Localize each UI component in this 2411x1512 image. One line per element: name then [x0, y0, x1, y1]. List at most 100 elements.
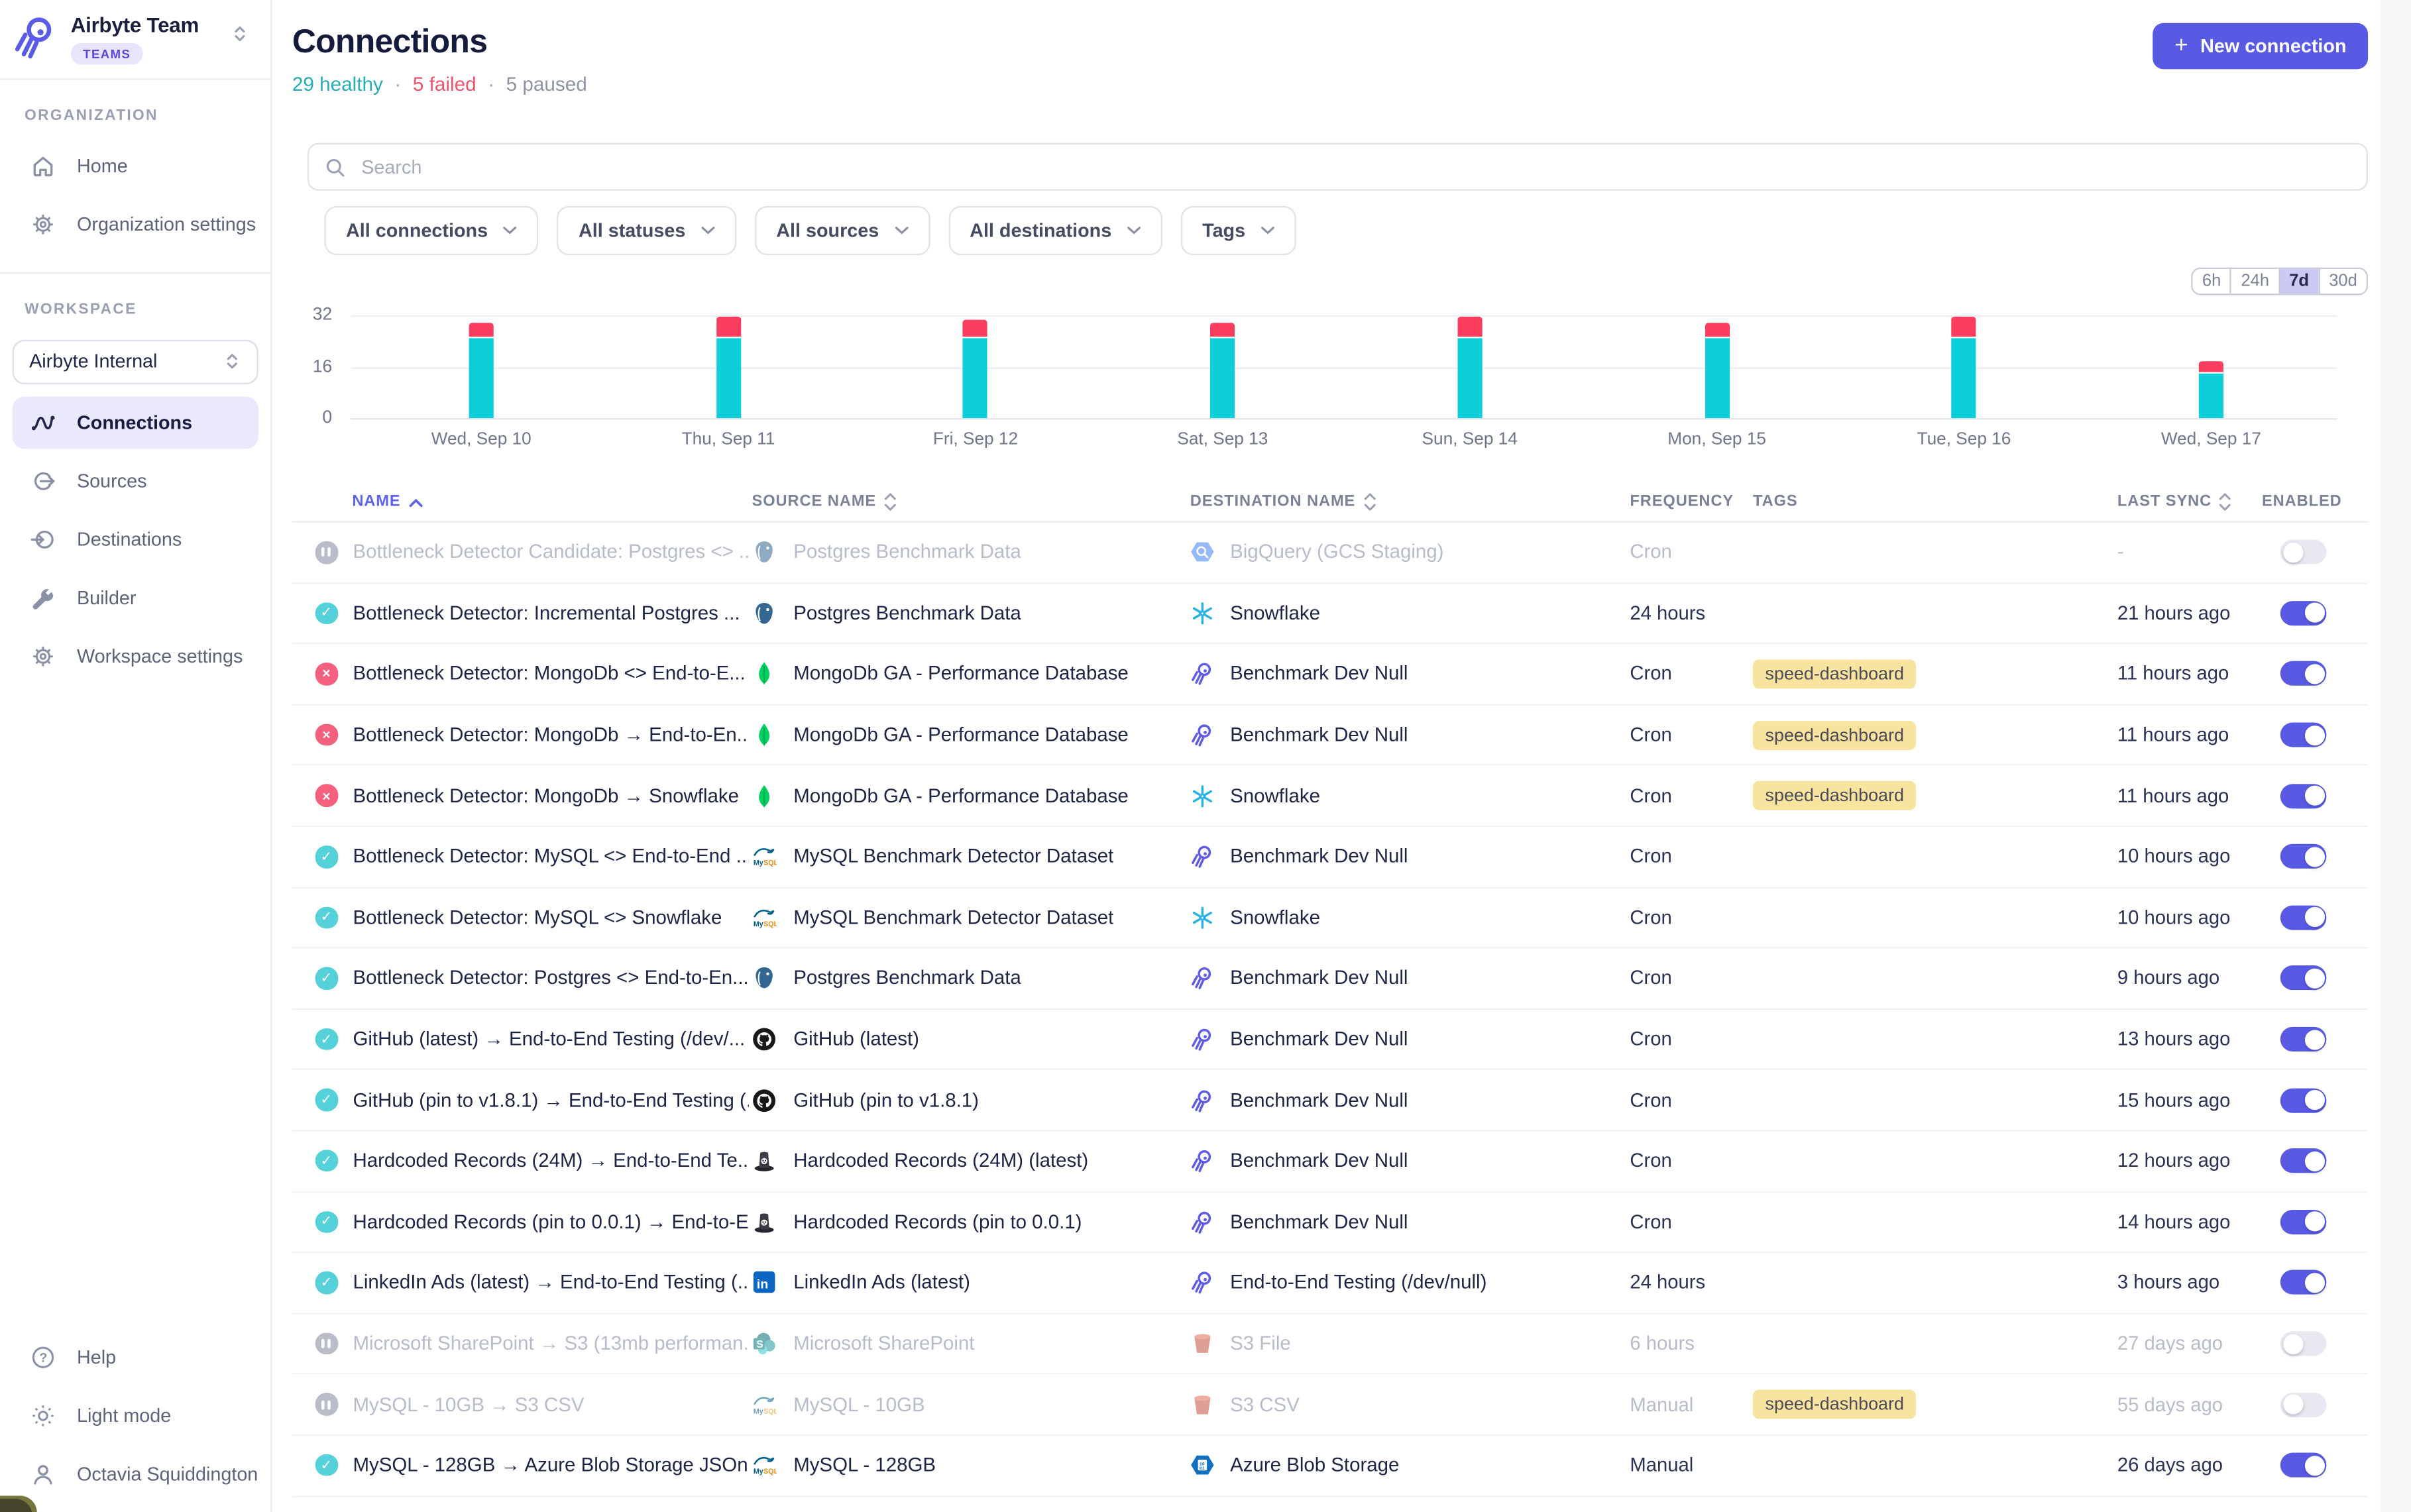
time-range-option-30d[interactable]: 30d	[2318, 269, 2367, 294]
org-switcher[interactable]: Airbyte Team TEAMS	[0, 0, 270, 78]
column-header-label: ENABLED	[2262, 494, 2342, 511]
destination-cell: Benchmark Dev Null	[1190, 966, 1630, 991]
bar-group[interactable]	[469, 323, 494, 418]
destination-cell: Benchmark Dev Null	[1190, 1027, 1630, 1052]
workspace-selector[interactable]: Airbyte Internal	[13, 339, 258, 384]
frequency-cell: 6 hours	[1630, 1333, 1753, 1354]
connections-icon	[30, 409, 55, 434]
sidebar-item-label: Light mode	[77, 1405, 171, 1426]
bar-group[interactable]	[1952, 317, 1976, 418]
connection-row[interactable]: ×Bottleneck Detector: MongoDb <> End-to-…	[292, 645, 2368, 706]
connection-name: Bottleneck Detector: MongoDb → End-to-En…	[353, 724, 748, 745]
bar-group[interactable]	[716, 317, 741, 418]
x-axis-label: Wed, Sep 17	[2161, 431, 2261, 449]
enabled-toggle[interactable]	[2280, 723, 2327, 747]
failed-bar	[716, 317, 741, 336]
connection-row[interactable]: ✓GitHub (pin to v1.8.1) → End-to-End Tes…	[292, 1071, 2368, 1132]
devnull-icon	[1190, 662, 1215, 686]
enabled-toggle[interactable]	[2280, 844, 2327, 869]
enabled-toggle[interactable]	[2280, 1392, 2327, 1417]
connection-row[interactable]: ✓GitHub (latest) → End-to-End Testing (/…	[292, 1010, 2368, 1071]
organization-nav: Home Organization settings	[0, 133, 270, 250]
sources-icon	[30, 468, 55, 492]
enabled-toggle[interactable]	[2280, 1270, 2327, 1295]
enabled-toggle[interactable]	[2280, 662, 2327, 686]
enabled-toggle[interactable]	[2280, 1149, 2327, 1173]
connection-row[interactable]: ✓Bottleneck Detector: Postgres <> End-to…	[292, 949, 2368, 1010]
enabled-toggle[interactable]	[2280, 1210, 2327, 1234]
connection-name: Bottleneck Detector: Incremental Postgre…	[353, 602, 740, 623]
new-connection-button[interactable]: + New connection	[2153, 23, 2368, 70]
enabled-toggle[interactable]	[2280, 966, 2327, 991]
filter-dropdown-all-sources[interactable]: All sources	[755, 206, 930, 255]
enabled-toggle[interactable]	[2280, 905, 2327, 930]
connection-row[interactable]: ✓MySQL - 128GB → Azure Blob Storage JSOn…	[292, 1436, 2368, 1497]
bar-group[interactable]	[2199, 362, 2223, 418]
sidebar-item-label: Workspace settings	[77, 645, 243, 666]
enabled-toggle[interactable]	[2280, 1453, 2327, 1478]
column-header-last-sync[interactable]: LAST SYNC	[2117, 492, 2262, 512]
frequency-cell: Cron	[1630, 724, 1753, 745]
source-cell: Hardcoded Records (24M) (latest)	[749, 1149, 1190, 1173]
connection-row[interactable]: ✓Bottleneck Detector: MySQL <> End-to-En…	[292, 827, 2368, 888]
column-header-name[interactable]: NAME	[292, 494, 749, 511]
connection-row[interactable]: ×Bottleneck Detector: MongoDb → End-to-E…	[292, 705, 2368, 766]
column-header-enabled[interactable]: ENABLED	[2262, 494, 2368, 511]
connection-row[interactable]: ✓Bottleneck Detector: MySQL <> Snowflake…	[292, 888, 2368, 949]
y-axis-tick: 16	[313, 357, 332, 376]
sidebar-item-connections[interactable]: Connections	[13, 396, 258, 448]
sidebar-item-sources[interactable]: Sources	[13, 455, 258, 507]
enabled-cell	[2262, 905, 2368, 930]
snowflake-icon	[1190, 601, 1215, 625]
time-range-option-6h[interactable]: 6h	[2193, 269, 2230, 294]
sidebar-item-builder[interactable]: Builder	[13, 571, 258, 623]
enabled-toggle[interactable]	[2280, 601, 2327, 625]
time-range-option-24h[interactable]: 24h	[2230, 269, 2278, 294]
bar-group[interactable]	[1705, 323, 1729, 418]
footer-item-help[interactable]: ?Help	[13, 1330, 258, 1383]
enabled-toggle[interactable]	[2280, 1088, 2327, 1112]
workspace-section-label: WORKSPACE	[0, 273, 270, 327]
bar-group[interactable]	[1457, 317, 1482, 418]
sidebar-item-organization-settings[interactable]: Organization settings	[13, 197, 258, 250]
sidebar-item-destinations[interactable]: Destinations	[13, 513, 258, 565]
footer-item-light-mode[interactable]: Light mode	[13, 1389, 258, 1441]
filter-dropdown-all-connections[interactable]: All connections	[325, 206, 539, 255]
sidebar-item-workspace-settings[interactable]: Workspace settings	[13, 629, 258, 682]
filter-dropdown-all-destinations[interactable]: All destinations	[948, 206, 1162, 255]
filter-dropdown-tags[interactable]: Tags	[1181, 206, 1296, 255]
frequency-value: Cron	[1630, 967, 1671, 989]
column-header-source-name[interactable]: SOURCE NAME	[749, 492, 1190, 512]
column-header-frequency[interactable]: FREQUENCY	[1630, 494, 1753, 511]
destination-name: Snowflake	[1230, 785, 1320, 806]
tag-badge: speed-dashboard	[1753, 720, 1917, 749]
source-cell: Postgres Benchmark Data	[749, 966, 1190, 991]
search-input[interactable]	[359, 154, 2351, 179]
gridline	[351, 418, 2337, 419]
bar-group[interactable]	[1210, 323, 1235, 418]
source-name: MongoDb GA - Performance Database	[793, 724, 1129, 745]
filter-dropdown-label: All statuses	[579, 220, 685, 241]
column-header-tags[interactable]: TAGS	[1753, 494, 2117, 511]
connection-row[interactable]: ✓Bottleneck Detector: Incremental Postgr…	[292, 584, 2368, 645]
connection-row[interactable]: Microsoft SharePoint → S3 (13mb performa…	[292, 1314, 2368, 1375]
connection-row[interactable]: MySQL - 10GB → S3 CSVMySQLMySQL - 10GBS3…	[292, 1375, 2368, 1436]
connection-row[interactable]: ✓LinkedIn Ads (latest) → End-to-End Test…	[292, 1253, 2368, 1314]
connection-row[interactable]: ×Bottleneck Detector: MongoDb → Snowflak…	[292, 766, 2368, 827]
column-header-destination-name[interactable]: DESTINATION NAME	[1190, 492, 1630, 512]
connection-name: Bottleneck Detector: Postgres <> End-to-…	[353, 967, 748, 989]
destination-cell: Snowflake	[1190, 905, 1630, 930]
time-range-option-7d[interactable]: 7d	[2278, 269, 2318, 294]
source-name: MySQL - 10GB	[793, 1393, 925, 1415]
connection-row[interactable]: ✓Hardcoded Records (pin to 0.0.1) → End-…	[292, 1192, 2368, 1253]
filter-dropdown-all-statuses[interactable]: All statuses	[557, 206, 736, 255]
connection-row[interactable]: Bottleneck Detector Candidate: Postgres …	[292, 523, 2368, 584]
enabled-toggle[interactable]	[2280, 784, 2327, 808]
bar-group[interactable]	[963, 320, 987, 418]
enabled-toggle[interactable]	[2280, 540, 2327, 565]
enabled-toggle[interactable]	[2280, 1027, 2327, 1052]
footer-item-octavia-squiddington[interactable]: Octavia Squiddington	[13, 1448, 258, 1500]
connection-row[interactable]: ✓Hardcoded Records (24M) → End-to-End Te…	[292, 1131, 2368, 1192]
sidebar-item-home[interactable]: Home	[13, 139, 258, 191]
enabled-toggle[interactable]	[2280, 1331, 2327, 1356]
